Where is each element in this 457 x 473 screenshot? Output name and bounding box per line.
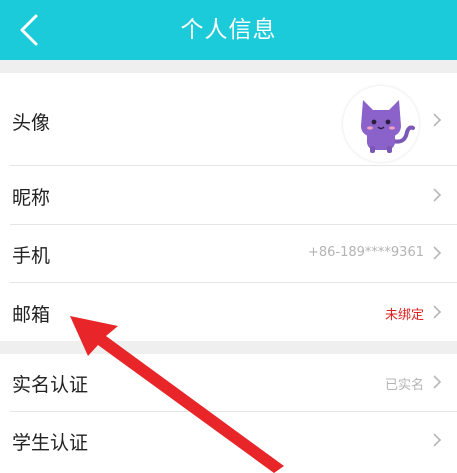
chevron-right-icon	[433, 375, 442, 389]
phone-value: +86-189****9361	[307, 245, 424, 260]
student-verification-row[interactable]: 学生认证	[0, 412, 457, 470]
phone-label: 手机	[12, 245, 51, 267]
email-label: 邮箱	[12, 304, 51, 326]
email-status: 未绑定	[384, 308, 424, 323]
chevron-right-icon	[433, 246, 442, 260]
chevron-right-icon	[433, 113, 442, 127]
avatar-label: 头像	[12, 112, 51, 134]
avatar[interactable]	[343, 86, 419, 162]
realname-verification-row[interactable]: 实名认证 已实名	[0, 354, 457, 411]
realname-status: 已实名	[384, 378, 424, 393]
email-row[interactable]: 邮箱 未绑定	[0, 283, 457, 341]
student-label: 学生认证	[12, 432, 89, 454]
profile-info-group: 头像 昵称 手机 +86-189****9361 邮箱 未绑定	[0, 73, 457, 341]
top-bar: 个人信息	[0, 0, 457, 60]
chevron-right-icon	[433, 433, 442, 447]
purple-cat-avatar-icon	[361, 100, 415, 153]
chevron-right-icon	[433, 305, 442, 319]
chevron-right-icon	[433, 188, 442, 202]
verification-group: 实名认证 已实名 学生认证	[0, 354, 457, 473]
page-title: 个人信息	[180, 17, 277, 43]
phone-row[interactable]: 手机 +86-189****9361	[0, 225, 457, 282]
realname-label: 实名认证	[12, 374, 89, 396]
nickname-row[interactable]: 昵称	[0, 166, 457, 224]
nickname-label: 昵称	[12, 187, 51, 209]
avatar-row[interactable]: 头像	[0, 73, 457, 165]
